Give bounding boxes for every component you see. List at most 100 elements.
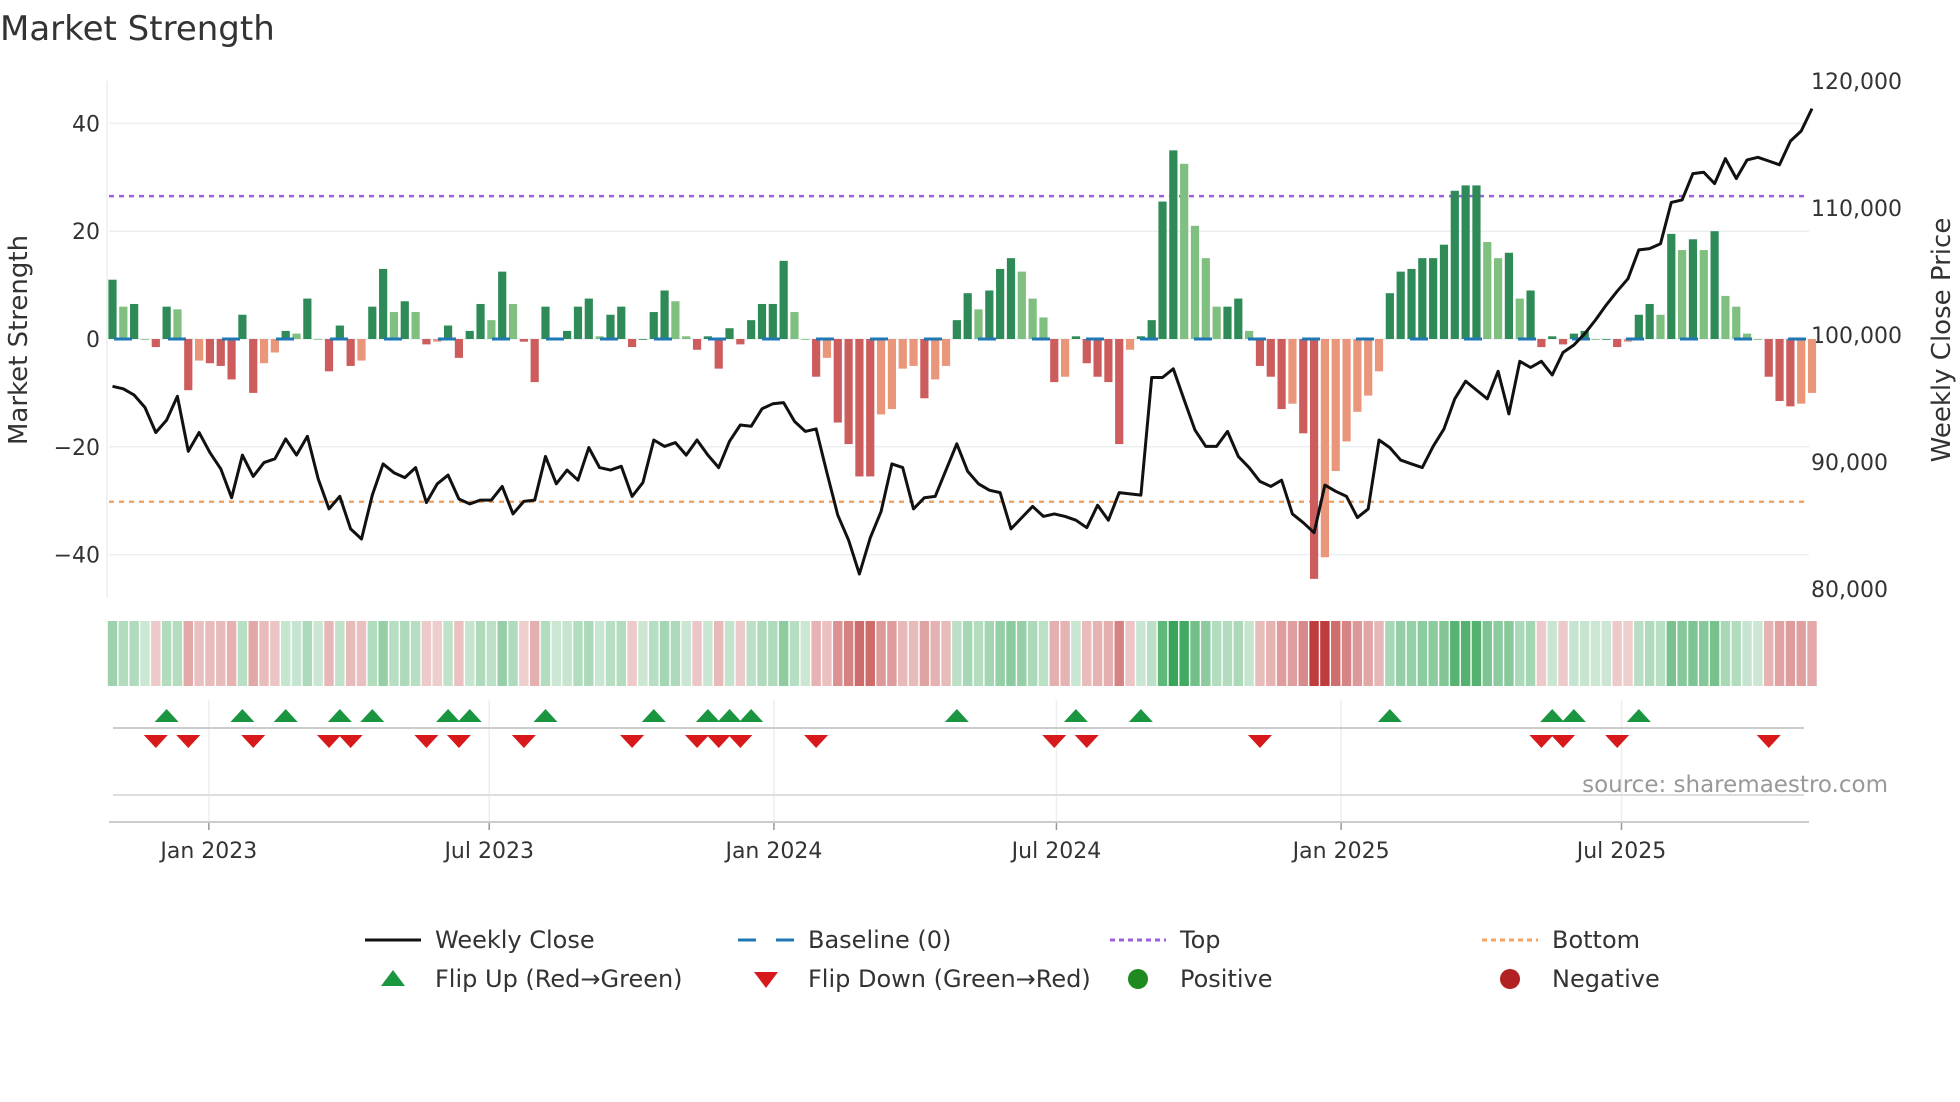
strength-bar — [1786, 339, 1795, 407]
strength-bar — [389, 312, 399, 339]
strength-heat-cell — [1623, 621, 1633, 686]
strength-bar — [822, 339, 832, 358]
strength-bar — [649, 312, 658, 339]
strength-heat-cell — [1428, 621, 1438, 686]
strength-bar — [779, 260, 788, 339]
strength-heat-cell — [389, 621, 399, 686]
strength-heat-cell — [302, 621, 313, 686]
strength-bar — [519, 339, 528, 342]
y-tick-label: −40 — [54, 544, 100, 569]
strength-bar — [1688, 239, 1698, 339]
strength-bar — [1764, 339, 1773, 377]
strength-heat-cell — [1352, 621, 1363, 686]
strength-bar — [357, 339, 366, 361]
strength-heat-cell — [659, 621, 670, 686]
flip-up-marker — [1128, 709, 1153, 722]
strength-heat-cell — [1298, 621, 1308, 686]
strength-bar — [205, 339, 215, 364]
strength-bar — [184, 339, 193, 391]
strength-bar — [259, 339, 269, 364]
strength-heat-cell — [324, 621, 334, 686]
strength-heat-cell — [1774, 621, 1785, 686]
y-tick-label: 40 — [72, 112, 100, 137]
strength-bar — [1699, 250, 1708, 339]
strength-bar — [617, 306, 626, 339]
strength-bar — [1104, 339, 1113, 383]
strength-bar — [130, 303, 139, 339]
strength-bar — [909, 339, 918, 366]
strength-bar — [1147, 320, 1156, 339]
strength-bar — [249, 339, 258, 393]
strength-bar — [628, 339, 637, 348]
strength-heat-cell — [1764, 621, 1774, 686]
strength-bar — [931, 339, 940, 380]
strength-bar — [1223, 306, 1232, 339]
y-axis-label: Market Strength — [4, 235, 34, 445]
strength-heat-cell — [486, 621, 497, 686]
strength-heat-cell — [118, 621, 129, 686]
strength-heat-cell — [280, 621, 291, 686]
strength-bar — [1461, 185, 1470, 339]
flip-up-marker — [1540, 709, 1565, 722]
strength-bar — [692, 339, 702, 350]
strength-bar — [1472, 185, 1481, 339]
strength-heat-cell — [919, 621, 930, 686]
flip-down-marker — [1247, 735, 1272, 748]
strength-heat-cell — [1644, 621, 1655, 686]
strength-bar — [303, 298, 312, 339]
strength-bar — [573, 306, 583, 339]
strength-heat-cell — [183, 621, 193, 686]
flip-down-marker — [176, 735, 201, 748]
strength-bar — [963, 293, 972, 339]
strength-bar — [920, 339, 929, 399]
strength-bar — [1515, 298, 1524, 339]
strength-heat-cell — [1125, 621, 1135, 686]
strength-heat-cell — [1255, 621, 1265, 686]
strength-heat-cell — [1601, 621, 1612, 686]
legend-item-dash: Baseline (0) — [738, 926, 951, 954]
strength-bar — [1309, 339, 1319, 579]
legend: Weekly Close Baseline (0) Top Bottom Flip Up… — [365, 926, 1660, 993]
market-strength-chart: Market Strength Market Strength Weekly C… — [0, 9, 1957, 993]
strength-bar — [1266, 339, 1275, 377]
strength-bar — [1299, 339, 1308, 434]
x-tick-label: Jan 2024 — [723, 839, 822, 864]
strength-bar — [671, 301, 680, 339]
strength-heat-cell — [226, 621, 237, 686]
strength-bar — [952, 320, 961, 339]
flip-up-marker — [436, 709, 461, 722]
strength-bar — [790, 312, 799, 339]
strength-heat-cell — [313, 621, 323, 686]
strength-bar — [1418, 258, 1427, 339]
flip-up-marker — [739, 709, 764, 722]
strength-heat-cell — [876, 621, 886, 686]
x-tick-label: Jan 2025 — [1291, 839, 1390, 864]
strength-heat-cell — [259, 621, 269, 686]
strength-heat-cell — [1114, 621, 1124, 686]
strength-bar — [1331, 339, 1340, 472]
strength-heat-cell — [638, 621, 648, 686]
strength-heat-cell — [984, 621, 995, 686]
strength-bar — [1797, 339, 1806, 404]
strength-heat-cell — [1709, 621, 1720, 686]
strength-heat-cell — [757, 621, 767, 686]
strength-heat-cell — [1103, 621, 1114, 686]
strength-bar — [996, 268, 1005, 339]
strength-bar — [1082, 339, 1091, 364]
strength-bar — [195, 339, 204, 361]
flip-up-marker — [1561, 709, 1586, 722]
flip-up-marker — [641, 709, 666, 722]
strength-bar — [747, 320, 756, 339]
strength-heat-cell — [400, 621, 410, 686]
strength-heat-cell — [649, 621, 659, 686]
strength-heat-cell — [1785, 621, 1796, 686]
flip-down-marker — [511, 735, 536, 748]
y2-tick-label: 100,000 — [1811, 324, 1902, 349]
strength-heat-cell — [1807, 621, 1817, 686]
strength-heat-cell — [681, 621, 691, 686]
strength-bar — [270, 339, 279, 353]
strength-bar — [1125, 339, 1135, 350]
weekly-close-line — [112, 107, 1814, 576]
strength-heat-cell — [1049, 621, 1059, 686]
strength-heat-cell — [1266, 621, 1276, 686]
